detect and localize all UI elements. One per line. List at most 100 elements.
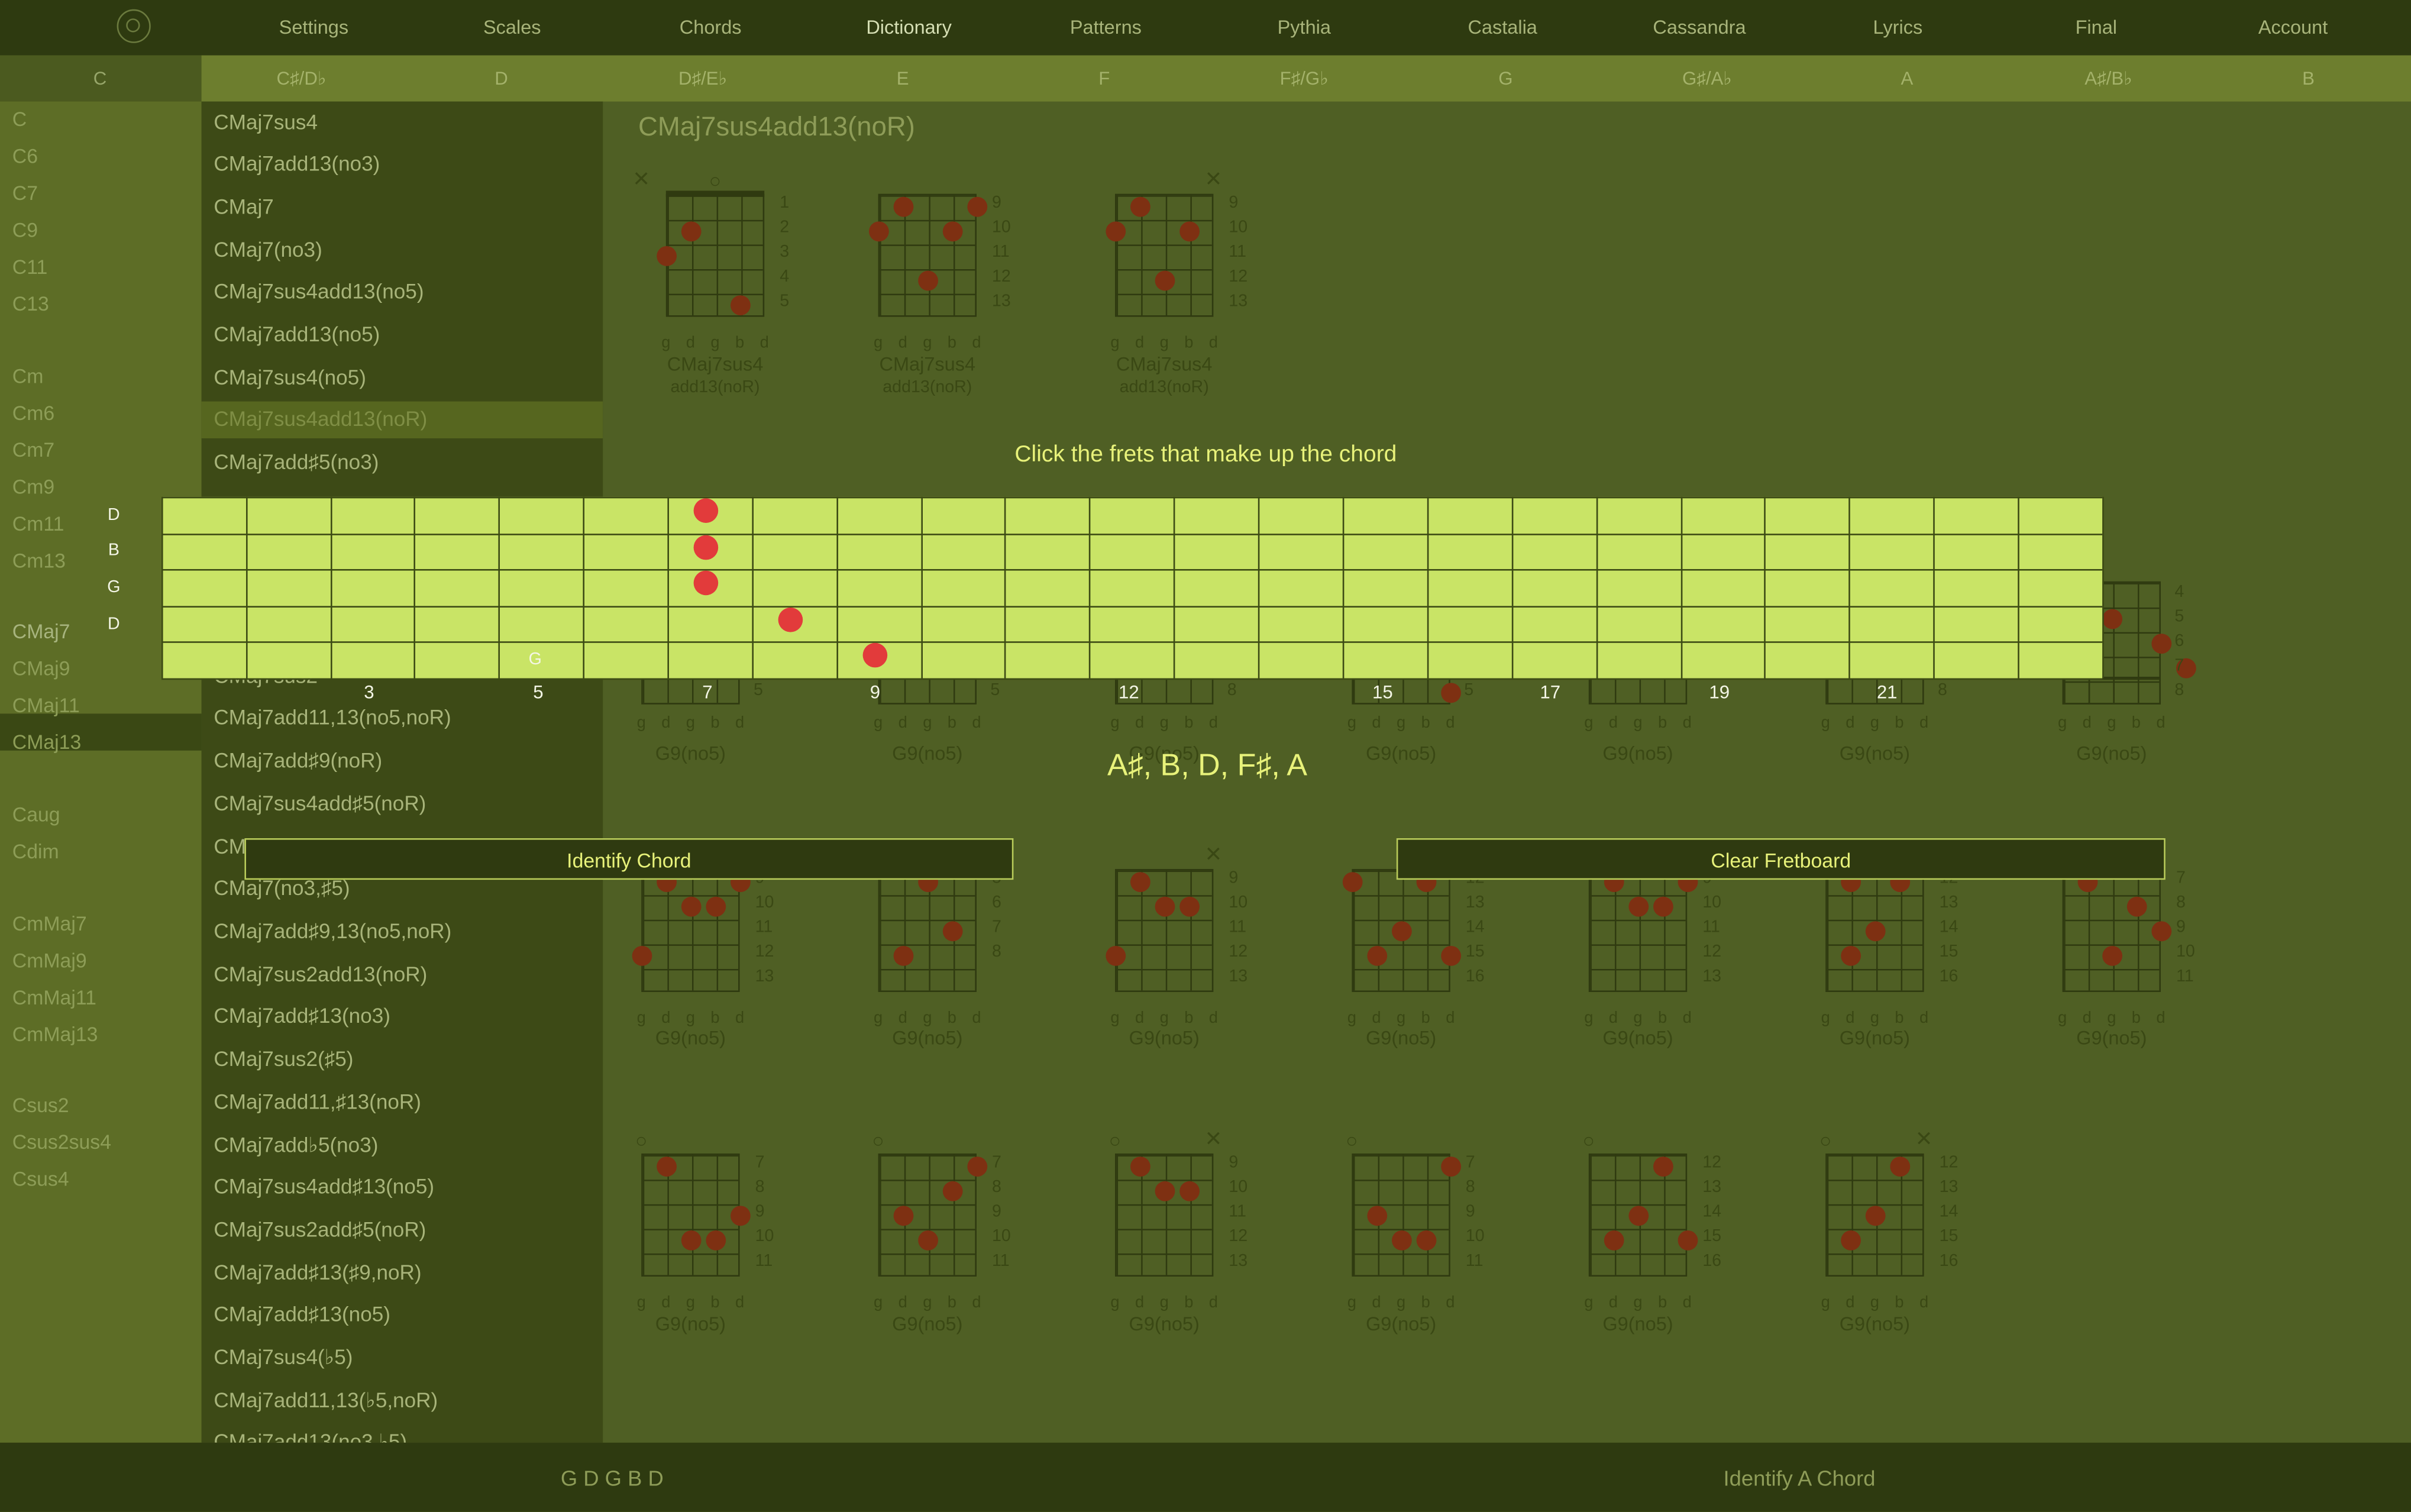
chord-diagram[interactable]: 9 10 11 12 13 g d g b d CMaj7sus4 add13(noR) xyxy=(868,172,1011,403)
fret-cell[interactable] xyxy=(1681,642,1764,678)
chord-list-item[interactable]: CMaj7sus4add13(no5) xyxy=(214,279,424,306)
key-tab[interactable]: D xyxy=(440,56,563,102)
fret-cell[interactable] xyxy=(1427,569,1512,605)
chord-diagram[interactable]: g d g b d G9(no5) xyxy=(1584,677,1692,769)
fret-cell[interactable] xyxy=(1681,497,1764,533)
fret-cell[interactable] xyxy=(1512,533,1596,569)
chord-list-item[interactable]: CMaj7add♯5(no3) xyxy=(214,449,379,477)
chord-type-item[interactable]: Cdim xyxy=(12,840,59,865)
chord-type-item[interactable]: CmMaj7 xyxy=(12,912,87,937)
chord-list-item[interactable]: CMaj7add♭5(no3) xyxy=(214,1132,378,1160)
fret-cell[interactable] xyxy=(1174,642,1258,678)
chord-type-item[interactable]: Cm9 xyxy=(12,475,54,500)
fret-cell[interactable] xyxy=(1933,642,2018,678)
fret-cell[interactable] xyxy=(1681,533,1764,569)
app-logo-icon[interactable] xyxy=(117,9,151,43)
fret-cell[interactable] xyxy=(1004,642,1089,678)
chord-diagram[interactable]: 9 10 11 12 13 g d g b d ○ × G9(no5) xyxy=(1109,1123,1247,1363)
chord-diagram[interactable]: 910111213gdgbd×G9(no5) xyxy=(1105,838,1247,1078)
fret-cell[interactable] xyxy=(752,569,836,605)
fret-cell[interactable] xyxy=(1343,497,1427,533)
fret-cell[interactable] xyxy=(1258,497,1343,533)
selected-fret-dot[interactable] xyxy=(693,498,719,523)
nav-item-scales[interactable]: Scales xyxy=(428,0,597,56)
fret-cell[interactable] xyxy=(836,497,921,533)
chord-diagram[interactable]: 7891011gdgbd○G9(no5) xyxy=(635,1129,774,1363)
chord-diagram[interactable]: 12 13 14 15 16 g d g b d ○ × G9(no5) xyxy=(1819,1123,1958,1363)
chord-diagram[interactable]: 7891011gdgbd○G9(no5) xyxy=(1346,1129,1484,1363)
fret-cell[interactable] xyxy=(836,533,921,569)
fret-cell[interactable] xyxy=(583,606,667,642)
nav-item-settings[interactable]: Settings xyxy=(229,0,398,56)
chord-list-item[interactable]: CMaj7add13(no3,♭5) xyxy=(214,1429,407,1443)
fret-cell[interactable] xyxy=(1427,606,1512,642)
key-tab[interactable]: G xyxy=(1444,56,1567,102)
fret-cell[interactable] xyxy=(1089,569,1174,605)
fret-cell[interactable] xyxy=(1004,606,1089,642)
fret-cell[interactable] xyxy=(1596,497,1681,533)
fret-cell[interactable] xyxy=(1848,606,1933,642)
fret-cell[interactable] xyxy=(1004,533,1089,569)
chord-diagram[interactable]: 910111213gdgbdG9(no5) xyxy=(631,848,774,1078)
chord-diagram[interactable]: 7891011gdgbd○G9(no5) xyxy=(2056,844,2195,1078)
fret-cell[interactable] xyxy=(413,533,498,569)
fret-cell[interactable] xyxy=(413,497,498,533)
fret-cell[interactable] xyxy=(1848,642,1933,678)
chord-list-item[interactable]: CMaj7add♯13(no5) xyxy=(214,1301,390,1329)
key-tab[interactable]: E xyxy=(841,56,964,102)
chord-list-item[interactable]: CMaj7 xyxy=(214,194,273,222)
fret-cell[interactable] xyxy=(921,642,1004,678)
chord-diagram[interactable]: 12 13 14 15 16 g d g b d ○ G9(no5) xyxy=(1583,1129,1721,1363)
chord-diagram[interactable]: 7891011gdgbd○G9(no5) xyxy=(872,1129,1010,1363)
fret-cell[interactable] xyxy=(498,569,583,605)
nav-item-cassandra[interactable]: Cassandra xyxy=(1615,0,1784,56)
fret-cell[interactable] xyxy=(161,569,246,605)
chord-list-item[interactable]: CMaj7sus4add♯13(no5) xyxy=(214,1174,434,1201)
key-tab[interactable]: A xyxy=(1846,56,1969,102)
fret-cell[interactable] xyxy=(1343,569,1427,605)
fret-cell[interactable] xyxy=(1089,642,1174,678)
fret-cell[interactable] xyxy=(1343,642,1427,678)
chord-type-item[interactable]: Csus4 xyxy=(12,1167,69,1192)
key-tab[interactable]: F♯/G♭ xyxy=(1243,56,1366,102)
fret-cell[interactable] xyxy=(2018,533,2102,569)
fret-cell[interactable] xyxy=(1343,533,1427,569)
fret-cell[interactable] xyxy=(1681,606,1764,642)
nav-item-dictionary[interactable]: Dictionary xyxy=(825,0,994,56)
fret-cell[interactable] xyxy=(1089,606,1174,642)
fret-cell[interactable] xyxy=(1596,606,1681,642)
fret-cell[interactable] xyxy=(667,642,752,678)
fret-cell[interactable] xyxy=(1764,569,1848,605)
fret-cell[interactable] xyxy=(752,642,836,678)
nav-item-patterns[interactable]: Patterns xyxy=(1021,0,1190,56)
chord-type-item[interactable]: C7 xyxy=(12,182,38,206)
fret-cell[interactable] xyxy=(1512,497,1596,533)
fret-cell[interactable] xyxy=(161,533,246,569)
fret-cell[interactable] xyxy=(498,497,583,533)
chord-type-item[interactable]: CmMaj9 xyxy=(12,949,87,974)
mode-label[interactable]: Identify A Chord xyxy=(1692,1466,1907,1491)
chord-list-item[interactable]: CMaj7add13(no3) xyxy=(214,151,380,179)
key-tab[interactable]: A♯/B♭ xyxy=(2047,56,2170,102)
fret-cell[interactable] xyxy=(1848,533,1933,569)
fret-cell[interactable] xyxy=(1512,569,1596,605)
fret-cell[interactable] xyxy=(331,569,413,605)
key-tab[interactable]: G♯/A♭ xyxy=(1646,56,1769,102)
fret-cell[interactable] xyxy=(583,497,667,533)
fret-cell[interactable] xyxy=(583,642,667,678)
chord-type-item[interactable]: CMaj13 xyxy=(12,731,81,755)
chord-type-item[interactable]: Caug xyxy=(12,803,60,828)
nav-item-lyrics[interactable]: Lyrics xyxy=(1813,0,1982,56)
fret-cell[interactable] xyxy=(836,606,921,642)
identify-chord-button[interactable]: Identify Chord xyxy=(244,838,1014,880)
nav-item-chords[interactable]: Chords xyxy=(626,0,795,56)
chord-list-item[interactable]: CMaj7sus2add13(noR) xyxy=(214,961,427,989)
chord-list-item[interactable]: CMaj7sus4(♭5) xyxy=(214,1344,353,1372)
chord-diagram[interactable]: 910111213gdgbd×G9(no5) xyxy=(1584,838,1721,1078)
fret-cell[interactable] xyxy=(2018,569,2102,605)
fret-cell[interactable] xyxy=(246,569,331,605)
fret-cell[interactable] xyxy=(2018,497,2102,533)
key-tab[interactable]: F xyxy=(1043,56,1166,102)
fret-cell[interactable] xyxy=(921,533,1004,569)
chord-diagram[interactable]: 1213141516gdgbdG9(no5) xyxy=(1342,848,1485,1078)
